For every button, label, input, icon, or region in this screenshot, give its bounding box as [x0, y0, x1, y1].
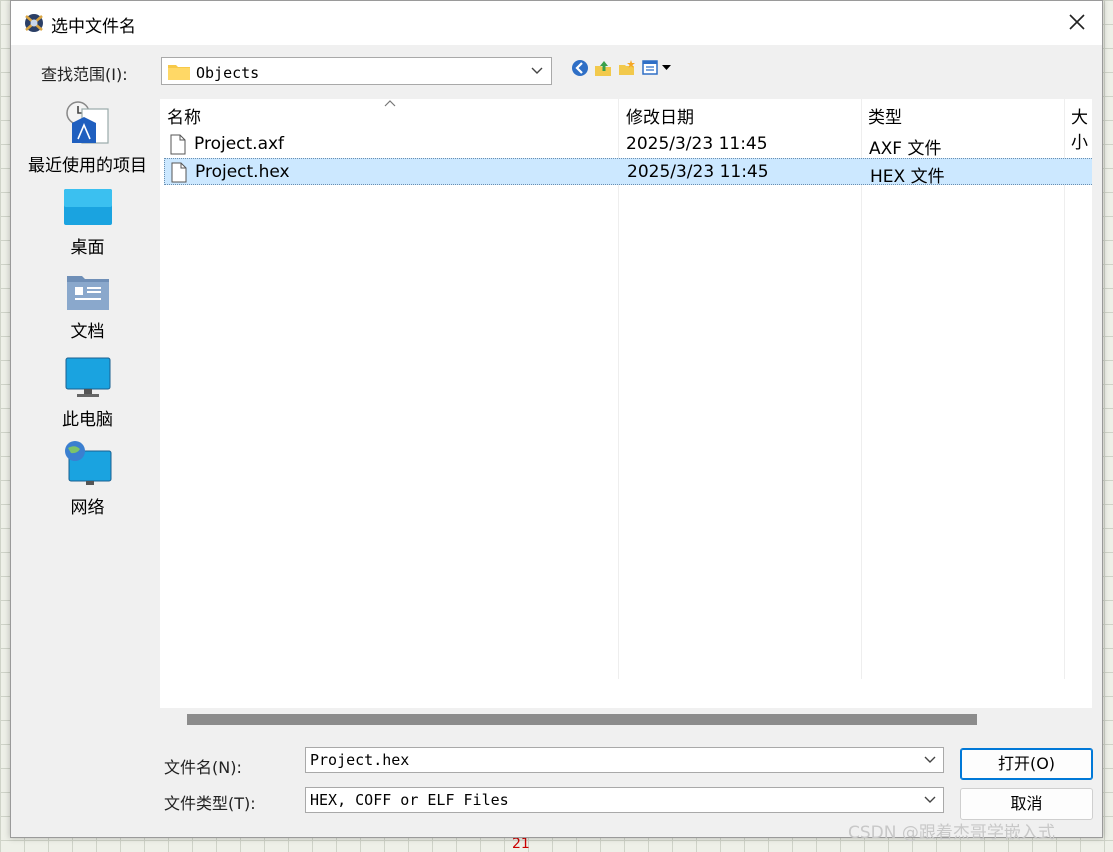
sort-ascending-icon — [384, 100, 396, 107]
file-name: Project.hex — [195, 162, 290, 182]
look-in-value: Objects — [196, 64, 260, 82]
chevron-down-icon — [924, 796, 936, 803]
dialog-title: 选中文件名 — [51, 17, 136, 37]
filename-value: Project.hex — [310, 751, 410, 769]
place-documents[interactable]: 文档 — [21, 273, 154, 342]
file-row-selected[interactable]: Project.hex 2025/3/23 11:45 HEX 文件 — [164, 158, 1092, 187]
chevron-down-icon — [531, 67, 543, 74]
background-label: 21 — [512, 836, 530, 852]
watermark: CSDN @跟着杰哥学嵌入式 — [848, 823, 1055, 843]
column-header-type[interactable]: 类型 — [868, 103, 902, 128]
file-icon — [171, 162, 187, 183]
column-divider — [1064, 99, 1065, 679]
places-bar: 最近使用的项目 桌面 文档 此电脑 网络 — [21, 93, 154, 829]
place-desktop[interactable]: 桌面 — [21, 187, 154, 258]
place-documents-label: 文档 — [70, 322, 105, 342]
folder-icon — [168, 65, 190, 80]
network-icon — [64, 441, 111, 485]
file-name: Project.axf — [194, 134, 285, 154]
open-button[interactable]: 打开(O) — [960, 748, 1093, 780]
column-header-name[interactable]: 名称 — [167, 103, 201, 128]
file-list[interactable]: 名称 修改日期 类型 大小 Project.axf 2025/3/23 11:4… — [160, 99, 1092, 708]
look-in-label: 查找范围(I): — [41, 65, 128, 84]
close-icon — [1069, 14, 1085, 30]
file-modified: 2025/3/23 11:45 — [626, 134, 768, 154]
new-folder-icon[interactable] — [618, 59, 636, 77]
column-divider — [618, 99, 619, 679]
recent-items-icon — [65, 101, 109, 144]
documents-icon — [66, 276, 109, 310]
place-desktop-label: 桌面 — [70, 238, 105, 258]
column-divider — [861, 99, 862, 679]
cancel-button[interactable]: 取消 — [960, 788, 1093, 820]
filetype-value: HEX, COFF or ELF Files — [310, 791, 509, 809]
file-modified: 2025/3/23 11:45 — [627, 162, 769, 182]
file-row[interactable]: Project.axf 2025/3/23 11:45 AXF 文件 — [164, 131, 1092, 159]
place-recent[interactable]: 最近使用的项目 — [21, 99, 154, 176]
filename-input[interactable]: Project.hex — [305, 747, 944, 773]
filetype-label: 文件类型(T): — [164, 794, 256, 813]
filetype-dropdown[interactable]: HEX, COFF or ELF Files — [305, 787, 944, 813]
file-type: HEX 文件 — [870, 167, 945, 187]
chevron-down-icon — [924, 756, 936, 763]
close-button[interactable] — [1052, 1, 1102, 45]
place-network[interactable]: 网络 — [21, 441, 154, 518]
place-this-pc-label: 此电脑 — [62, 410, 113, 430]
place-recent-label: 最近使用的项目 — [28, 156, 147, 176]
column-header-modified[interactable]: 修改日期 — [626, 103, 694, 128]
up-folder-icon[interactable] — [594, 59, 612, 77]
title-bar: 选中文件名 — [11, 1, 1102, 45]
file-type: AXF 文件 — [869, 139, 942, 159]
back-icon[interactable] — [571, 59, 589, 77]
app-logo-icon — [25, 14, 43, 32]
view-menu-icon[interactable] — [642, 59, 674, 77]
look-in-dropdown[interactable]: Objects — [161, 57, 552, 85]
desktop-icon — [63, 189, 112, 225]
place-network-label: 网络 — [70, 498, 105, 518]
place-this-pc[interactable]: 此电脑 — [21, 357, 154, 430]
filename-label: 文件名(N): — [164, 758, 242, 777]
open-file-dialog: 选中文件名 查找范围(I): Objects 最近使用的项目 桌面 文档 此电脑… — [10, 0, 1103, 838]
file-icon — [170, 134, 186, 155]
this-pc-icon — [65, 357, 110, 397]
horizontal-scrollbar[interactable] — [187, 714, 977, 725]
